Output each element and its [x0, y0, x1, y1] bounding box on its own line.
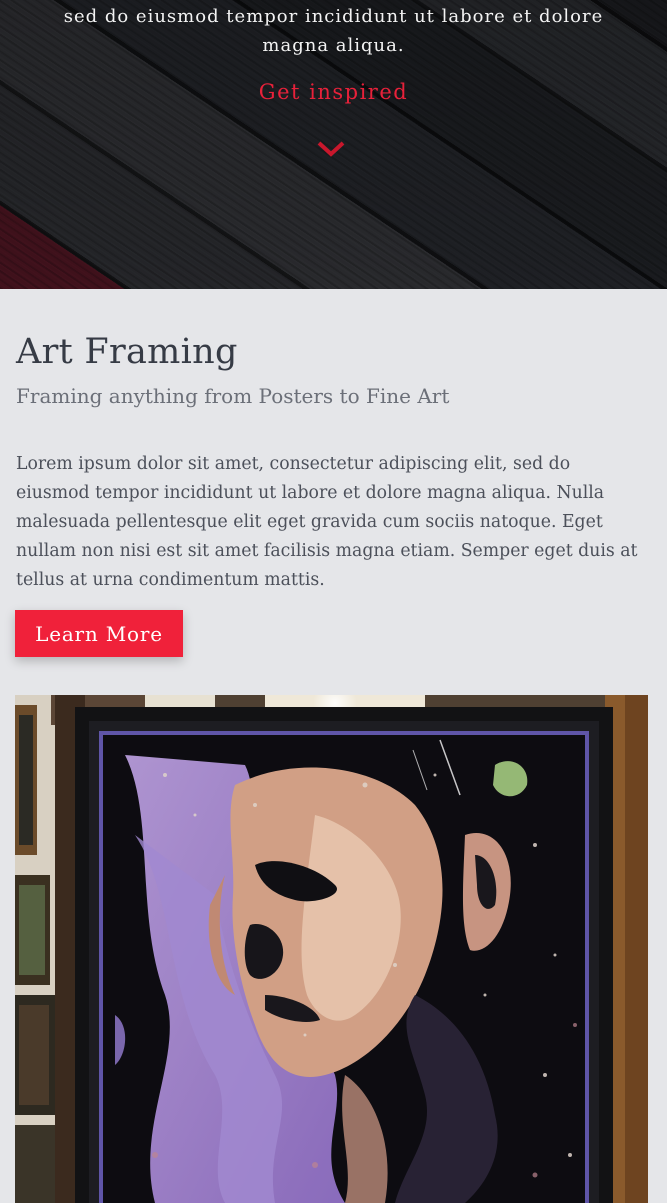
hero-text: sed do eiusmod tempor incididunt ut labo… [63, 6, 604, 56]
hero-banner: sed do eiusmod tempor incididunt ut labo… [0, 0, 667, 289]
chevron-down-icon[interactable] [316, 140, 346, 158]
section-subtitle: Framing anything from Posters to Fine Ar… [16, 384, 450, 408]
section-body-text: Lorem ipsum dolor sit amet, consectetur … [16, 454, 638, 590]
learn-more-button[interactable]: Learn More [15, 610, 183, 657]
get-inspired-link[interactable]: Get inspired [0, 80, 667, 104]
framed-artwork-photo [15, 695, 648, 1203]
section-title: Art Framing [16, 332, 238, 372]
